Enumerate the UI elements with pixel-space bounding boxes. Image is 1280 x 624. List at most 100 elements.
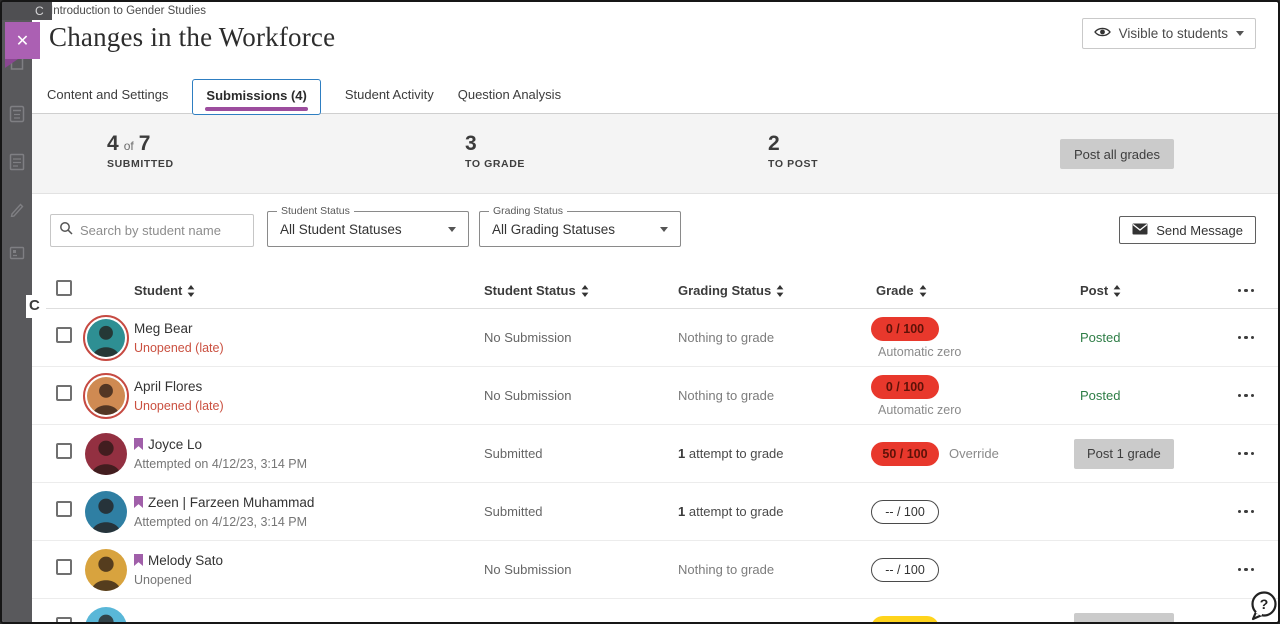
stat-label-submitted: SUBMITTED <box>107 158 174 170</box>
table-row: Melody Sato Unopened No Submission Nothi… <box>32 541 1278 599</box>
override-label: Override <box>949 446 999 461</box>
student-name[interactable]: April Flores <box>134 379 202 394</box>
grade-pill[interactable]: 0 / 100 <box>871 375 939 399</box>
avatar <box>87 377 125 415</box>
posted-status: Posted <box>1074 388 1120 403</box>
column-header-student-status[interactable]: Student Status <box>484 283 678 298</box>
grade-pill[interactable]: 0 / 100 <box>871 317 939 341</box>
gradebook-icon[interactable] <box>9 153 25 176</box>
avatar <box>85 549 127 591</box>
help-button[interactable]: ? <box>1249 590 1279 624</box>
tab-content-and-settings[interactable]: Content and Settings <box>47 77 168 102</box>
column-header-grade[interactable]: Grade <box>871 283 1074 298</box>
search-input[interactable] <box>80 223 245 238</box>
student-name[interactable]: Melody Sato <box>148 553 223 568</box>
select-all-checkbox[interactable] <box>56 280 72 296</box>
sort-icon <box>919 285 927 297</box>
row-checkbox[interactable] <box>56 501 72 517</box>
row-checkbox[interactable] <box>56 559 72 575</box>
filter-toolbar: Student Status All Student Statuses Grad… <box>32 211 1278 247</box>
grading-status-dropdown[interactable]: Grading Status All Grading Statuses <box>479 211 681 247</box>
column-header-student[interactable]: Student <box>134 283 484 298</box>
student-name[interactable]: Zeen | Farzeen Muhammad <box>148 495 314 510</box>
row-menu-button[interactable] <box>1234 452 1256 456</box>
stat-label-to-post: TO POST <box>768 158 818 170</box>
grade-pill[interactable]: 70 / 100 <box>871 616 939 624</box>
submission-subtext: Unopened <box>134 573 484 587</box>
student-name[interactable]: Arden Tuomala <box>134 620 226 624</box>
grade-note: Automatic zero <box>871 403 1074 417</box>
row-menu-button[interactable] <box>1234 510 1256 514</box>
row-checkbox[interactable] <box>56 443 72 459</box>
to-grade-count: 3 <box>465 132 477 155</box>
post-grade-button[interactable]: Post 1 grade <box>1074 439 1174 469</box>
student-status-dropdown[interactable]: Student Status All Student Statuses <box>267 211 469 247</box>
tab-question-analysis[interactable]: Question Analysis <box>458 77 561 102</box>
background-page-fragment-bottom: C <box>26 295 46 318</box>
grade-pill[interactable]: -- / 100 <box>871 500 939 524</box>
row-checkbox[interactable] <box>56 385 72 401</box>
grading-status-cell: Nothing to grade <box>678 388 871 403</box>
post-all-grades-button[interactable]: Post all grades <box>1060 139 1174 169</box>
avatar <box>87 319 125 357</box>
app-window: C C ✕ Introduction to Gender Studies Cha… <box>0 0 1280 624</box>
to-post-count: 2 <box>768 132 780 155</box>
calculator-icon[interactable] <box>9 105 25 128</box>
late-ring <box>83 315 129 361</box>
student-name[interactable]: Meg Bear <box>134 321 193 336</box>
panel-close-button[interactable]: ✕ <box>5 22 40 59</box>
background-page-fragment-top: C <box>2 2 52 20</box>
stat-label-to-grade: TO GRADE <box>465 158 525 170</box>
chevron-down-icon <box>660 227 668 232</box>
post-grade-button[interactable]: Post 1 grade <box>1074 613 1174 624</box>
table-row: Arden Tuomala Submitted Nothing to grade… <box>32 599 1278 624</box>
student-status-cell: Submitted <box>484 504 678 519</box>
row-menu-button[interactable] <box>1234 394 1256 398</box>
grading-status-dropdown-label: Grading Status <box>489 205 567 217</box>
tab-submissions[interactable]: Submissions (4) <box>192 79 320 115</box>
grade-pill[interactable]: 50 / 100 <box>871 442 939 466</box>
page-title: Changes in the Workforce <box>49 22 335 53</box>
submission-subtext: Attempted on 4/12/23, 3:14 PM <box>134 457 484 471</box>
breadcrumb[interactable]: Introduction to Gender Studies <box>50 5 206 17</box>
row-checkbox[interactable] <box>56 617 72 624</box>
student-status-cell: Submitted <box>484 620 678 624</box>
grade-pill[interactable]: -- / 100 <box>871 558 939 582</box>
table-row: Meg Bear Unopened (late) No Submission N… <box>32 309 1278 367</box>
id-card-icon[interactable] <box>9 245 25 266</box>
submission-stats-band: 4of7 SUBMITTED 3 TO GRADE 2 TO POST Post… <box>32 114 1278 194</box>
column-header-post[interactable]: Post <box>1074 283 1234 298</box>
avatar <box>85 433 127 475</box>
column-header-grading-status[interactable]: Grading Status <box>678 283 871 298</box>
student-name[interactable]: Joyce Lo <box>148 437 202 452</box>
submitted-total: 7 <box>139 132 151 155</box>
panel-header: Introduction to Gender Studies Changes i… <box>32 2 1278 77</box>
stat-to-grade: 3 TO GRADE <box>465 132 525 170</box>
grading-status-cell: 1 attempt to grade <box>678 504 871 519</box>
row-menu-button[interactable] <box>1234 336 1256 340</box>
table-options-menu-button[interactable] <box>1234 289 1256 293</box>
submission-subtext: Unopened (late) <box>134 341 484 355</box>
table-row: Joyce Lo Attempted on 4/12/23, 3:14 PM S… <box>32 425 1278 483</box>
visibility-label: Visible to students <box>1119 26 1228 41</box>
sort-icon <box>581 285 589 297</box>
grading-status-cell: Nothing to grade <box>678 330 871 345</box>
avatar <box>85 607 127 624</box>
send-message-button[interactable]: Send Message <box>1119 216 1256 244</box>
student-status-cell: Submitted <box>484 446 678 461</box>
chevron-down-icon <box>1236 31 1244 36</box>
pencil-icon[interactable] <box>9 201 25 222</box>
student-status-dropdown-value: All Student Statuses <box>280 222 448 237</box>
bookmark-icon <box>134 438 143 450</box>
sort-icon <box>187 285 195 297</box>
envelope-icon <box>1132 223 1148 238</box>
grading-status-cell: 1 attempt to grade <box>678 446 871 461</box>
sort-icon <box>776 285 784 297</box>
tab-student-activity[interactable]: Student Activity <box>345 77 434 102</box>
row-menu-button[interactable] <box>1234 568 1256 572</box>
bookmark-icon <box>134 554 143 566</box>
grading-status-dropdown-value: All Grading Statuses <box>492 222 660 237</box>
visibility-dropdown-button[interactable]: Visible to students <box>1082 18 1256 49</box>
row-checkbox[interactable] <box>56 327 72 343</box>
grading-status-cell: Nothing to grade <box>678 562 871 577</box>
